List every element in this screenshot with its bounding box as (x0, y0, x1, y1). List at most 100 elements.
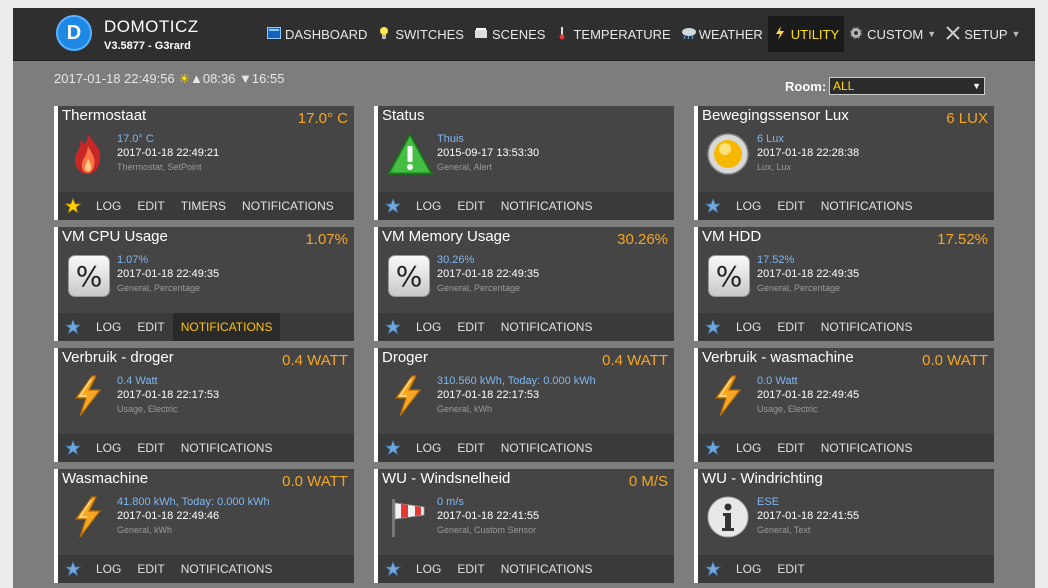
device-last-update: 2017-01-18 22:49:21 (117, 147, 220, 159)
edit-button[interactable]: EDIT (449, 313, 492, 341)
edit-button[interactable]: EDIT (449, 434, 492, 462)
device-actions: LOG EDIT (698, 555, 994, 583)
lightning-icon[interactable] (706, 374, 750, 418)
nav-item-dashboard[interactable]: DASHBOARD (262, 16, 372, 52)
device-data: 0.0 Watt (757, 375, 798, 387)
edit-button[interactable]: EDIT (449, 555, 492, 583)
windsock-icon[interactable] (386, 495, 430, 539)
edit-button[interactable]: EDIT (129, 434, 172, 462)
notifications-button[interactable]: NOTIFICATIONS (173, 555, 281, 583)
edit-button[interactable]: EDIT (769, 555, 812, 583)
device-type: General, kWh (437, 404, 493, 414)
nav-item-weather[interactable]: WEATHER (676, 16, 768, 52)
percent-icon[interactable]: % (386, 253, 430, 297)
nav-item-temperature[interactable]: TEMPERATURE (550, 16, 675, 52)
room-select[interactable]: ALL ▼ (829, 77, 985, 95)
edit-button[interactable]: EDIT (769, 434, 812, 462)
favorite-star-icon[interactable] (384, 561, 401, 578)
nav-item-switches[interactable]: SWITCHES (372, 16, 469, 52)
device-name: Status (382, 107, 425, 124)
log-button[interactable]: LOG (728, 192, 769, 220)
device-type: Usage, Electric (117, 404, 178, 414)
nav-item-scenes[interactable]: SCENES (469, 16, 550, 52)
notifications-button[interactable]: NOTIFICATIONS (493, 192, 601, 220)
device-card: Droger 0.4 WATT 310.560 kWh, Today: 0.000 … (374, 348, 674, 462)
notifications-button[interactable]: NOTIFICATIONS (813, 434, 921, 462)
log-button[interactable]: LOG (728, 434, 769, 462)
lightning-icon[interactable] (386, 374, 430, 418)
favorite-star-icon[interactable] (64, 561, 81, 578)
device-last-update: 2017-01-18 22:17:53 (437, 389, 540, 401)
sunrise-icon: ▲ (190, 71, 203, 86)
notifications-button[interactable]: NOTIFICATIONS (493, 313, 601, 341)
notifications-button[interactable]: NOTIFICATIONS (173, 434, 281, 462)
notifications-button[interactable]: NOTIFICATIONS (813, 313, 921, 341)
edit-button[interactable]: EDIT (449, 192, 492, 220)
info-icon[interactable] (706, 495, 750, 539)
device-card: Verbruik - droger 0.4 WATT 0.4 Watt 2017-01… (54, 348, 354, 462)
flame-icon[interactable] (66, 132, 110, 176)
edit-button[interactable]: EDIT (129, 192, 172, 220)
notifications-button[interactable]: NOTIFICATIONS (493, 434, 601, 462)
log-button[interactable]: LOG (88, 434, 129, 462)
nav-item-utility[interactable]: UTILITY (767, 16, 845, 52)
edit-button[interactable]: EDIT (769, 192, 812, 220)
device-name: VM HDD (702, 228, 762, 245)
favorite-star-icon[interactable] (384, 440, 401, 457)
favorite-star-icon[interactable] (64, 319, 81, 336)
device-value: 6 LUX (946, 110, 988, 127)
notifications-button[interactable]: NOTIFICATIONS (493, 555, 601, 583)
log-button[interactable]: LOG (88, 192, 129, 220)
log-button[interactable]: LOG (408, 434, 449, 462)
device-last-update: 2015-09-17 13:53:30 (437, 147, 540, 159)
favorite-star-icon[interactable] (704, 198, 721, 215)
favorite-star-icon[interactable] (64, 198, 81, 215)
chevron-down-icon: ▼ (927, 29, 937, 39)
log-button[interactable]: LOG (88, 313, 129, 341)
percent-icon[interactable]: % (66, 253, 110, 297)
lightning-icon[interactable] (66, 374, 110, 418)
favorite-star-icon[interactable] (384, 198, 401, 215)
device-value: 0 M/S (628, 473, 668, 490)
sunset-icon: ▼ (239, 71, 252, 86)
alert-icon[interactable] (386, 132, 434, 176)
edit-button[interactable]: EDIT (129, 555, 172, 583)
log-button[interactable]: LOG (88, 555, 129, 583)
device-card: Bewegingssensor Lux 6 LUX 6 Lux 2017-01-18 … (694, 106, 994, 220)
nav-item-label: CUSTOM (867, 26, 924, 42)
app-frame: D DOMOTICZ V3.5877 - G3rard DASHBOARD SWI… (13, 8, 1035, 588)
log-button[interactable]: LOG (408, 555, 449, 583)
device-last-update: 2017-01-18 22:41:55 (437, 510, 540, 522)
device-type: General, Percentage (117, 283, 201, 293)
device-value: 0.4 WATT (282, 352, 348, 369)
edit-button[interactable]: EDIT (769, 313, 812, 341)
edit-button[interactable]: EDIT (129, 313, 172, 341)
domoticz-logo[interactable]: D (56, 15, 92, 51)
device-name: VM Memory Usage (382, 228, 511, 245)
favorite-star-icon[interactable] (704, 319, 721, 336)
nav-item-setup[interactable]: SETUP ▼ (941, 16, 1025, 52)
notifications-button[interactable]: NOTIFICATIONS (172, 313, 281, 341)
lightning-icon[interactable] (66, 495, 110, 539)
log-button[interactable]: LOG (728, 555, 769, 583)
nav-item-custom[interactable]: CUSTOM ▼ (844, 16, 941, 52)
device-value: 0.0 WATT (922, 352, 988, 369)
timers-button[interactable]: TIMERS (173, 192, 234, 220)
notifications-button[interactable]: NOTIFICATIONS (234, 192, 342, 220)
log-button[interactable]: LOG (728, 313, 769, 341)
lux-icon[interactable] (706, 132, 750, 176)
favorite-star-icon[interactable] (704, 561, 721, 578)
favorite-star-icon[interactable] (64, 440, 81, 457)
device-actions: LOG EDIT NOTIFICATIONS (698, 313, 994, 341)
notifications-button[interactable]: NOTIFICATIONS (813, 192, 921, 220)
device-card: WU - Windrichting ESE 2017-01-18 22:41:55 G… (694, 469, 994, 583)
device-type: Thermostat, SetPoint (117, 162, 202, 172)
device-name: WU - Windsnelheid (382, 470, 511, 487)
log-button[interactable]: LOG (408, 313, 449, 341)
device-type: Lux, Lux (757, 162, 792, 172)
log-button[interactable]: LOG (408, 192, 449, 220)
favorite-star-icon[interactable] (704, 440, 721, 457)
device-data: 41.800 kWh, Today: 0.000 kWh (117, 496, 270, 508)
favorite-star-icon[interactable] (384, 319, 401, 336)
percent-icon[interactable]: % (706, 253, 750, 297)
